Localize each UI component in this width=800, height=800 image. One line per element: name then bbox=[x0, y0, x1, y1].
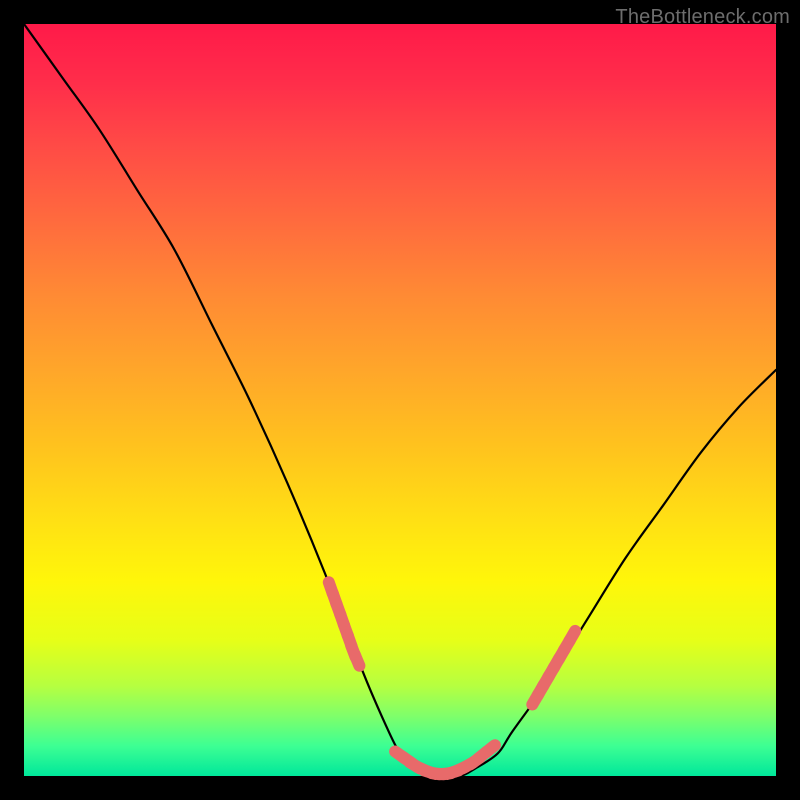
dots-right bbox=[532, 631, 575, 705]
chart-stage: TheBottleneck.com bbox=[0, 0, 800, 800]
dot bbox=[569, 631, 575, 641]
plot-area bbox=[24, 24, 776, 776]
dot bbox=[486, 745, 495, 753]
curve-layer bbox=[24, 24, 776, 776]
dot bbox=[355, 655, 360, 666]
attribution-text: TheBottleneck.com bbox=[615, 6, 790, 29]
dots-left bbox=[329, 582, 360, 665]
dots-bottom bbox=[395, 745, 495, 774]
bottleneck-curve bbox=[24, 24, 776, 777]
